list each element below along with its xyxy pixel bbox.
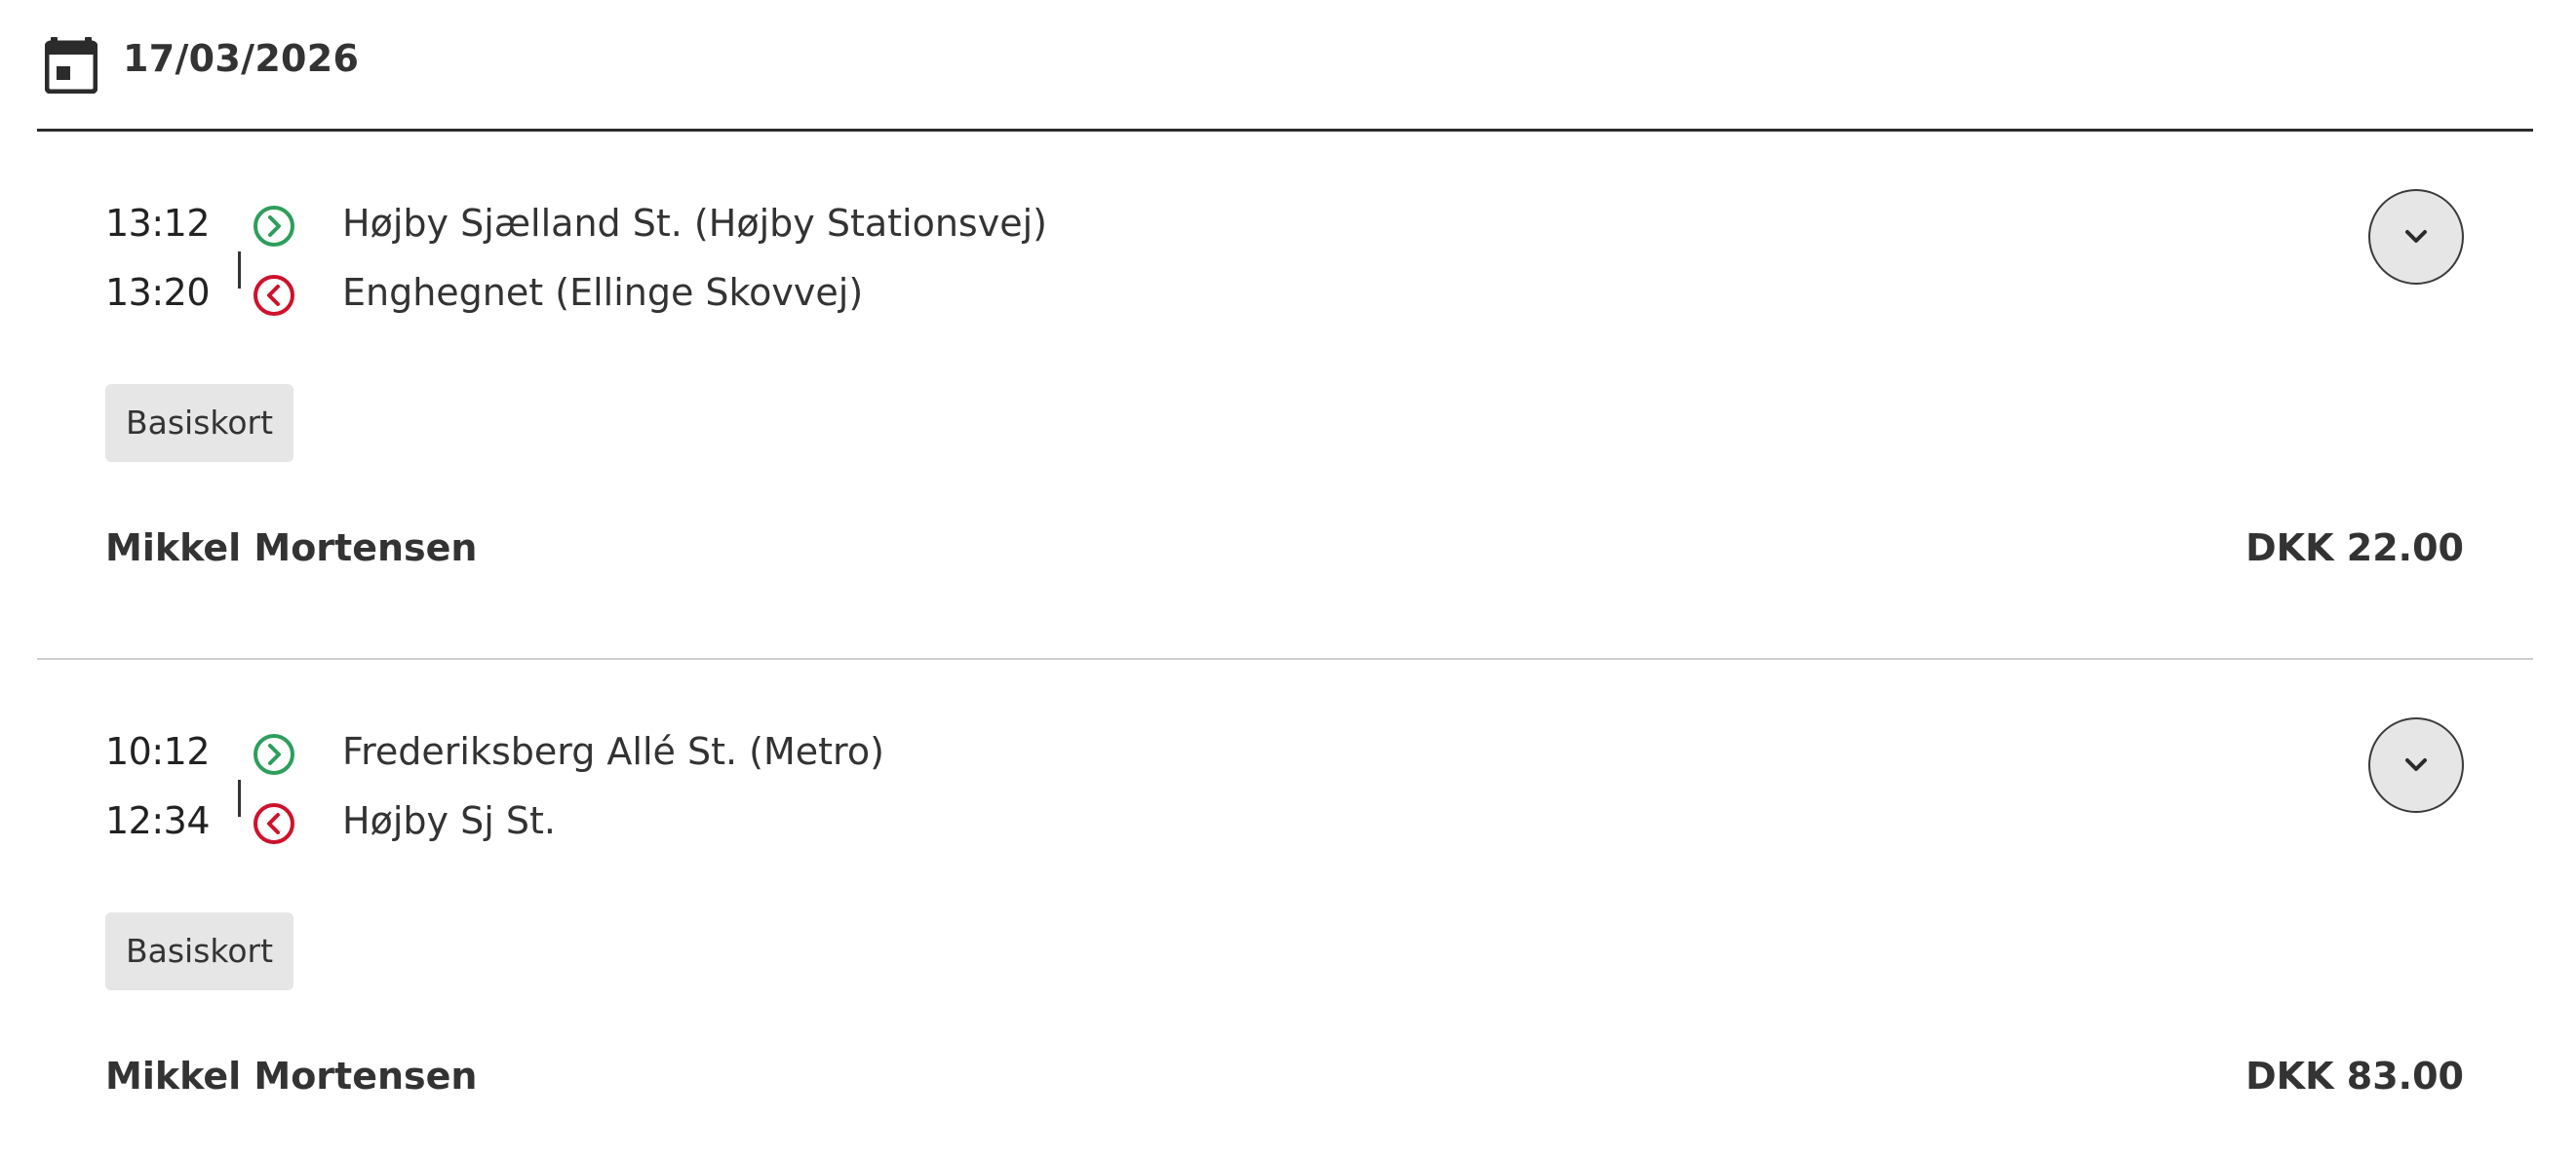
- chevron-down-icon: [2405, 230, 2427, 243]
- chevron-down-icon: [2405, 758, 2427, 771]
- trip-card: 13:12 13:20 Højby Sjælland St. (Højby St…: [37, 132, 2533, 660]
- departure-stop: Højby Sjælland St. (Højby Stationsvej): [342, 202, 1047, 245]
- departure-chevron-right-icon: [254, 734, 294, 775]
- route-connector: [238, 780, 241, 817]
- expand-trip-button[interactable]: [2368, 717, 2464, 813]
- date-label: 17/03/2026: [123, 37, 360, 80]
- calendar-icon: [45, 37, 98, 94]
- trip-price: DKK 83.00: [2245, 1055, 2464, 1098]
- expand-trip-button[interactable]: [2368, 189, 2464, 285]
- route-connector: [238, 251, 241, 289]
- date-header: 17/03/2026: [37, 0, 2533, 132]
- arrival-time: 13:20: [105, 271, 211, 314]
- trip-price: DKK 22.00: [2245, 526, 2464, 569]
- trip-history-page: 17/03/2026 13:12 13:20 Højby Sjælland St…: [0, 0, 2576, 1157]
- departure-time: 13:12: [105, 202, 211, 245]
- arrival-stop: Enghegnet (Ellinge Skovvej): [342, 271, 864, 314]
- arrival-chevron-left-icon: [254, 275, 294, 316]
- departure-chevron-right-icon: [254, 206, 294, 247]
- passenger-name: Mikkel Mortensen: [105, 526, 478, 569]
- arrival-chevron-left-icon: [254, 803, 294, 844]
- ticket-type-badge: Basiskort: [105, 384, 294, 462]
- departure-time: 10:12: [105, 730, 211, 773]
- ticket-type-badge: Basiskort: [105, 912, 294, 990]
- arrival-time: 12:34: [105, 799, 211, 842]
- arrival-stop: Højby Sj St.: [342, 799, 556, 842]
- trip-card: 10:12 12:34 Frederiksberg Allé St. (Metr…: [37, 660, 2533, 1157]
- departure-stop: Frederiksberg Allé St. (Metro): [342, 730, 884, 773]
- passenger-name: Mikkel Mortensen: [105, 1055, 478, 1098]
